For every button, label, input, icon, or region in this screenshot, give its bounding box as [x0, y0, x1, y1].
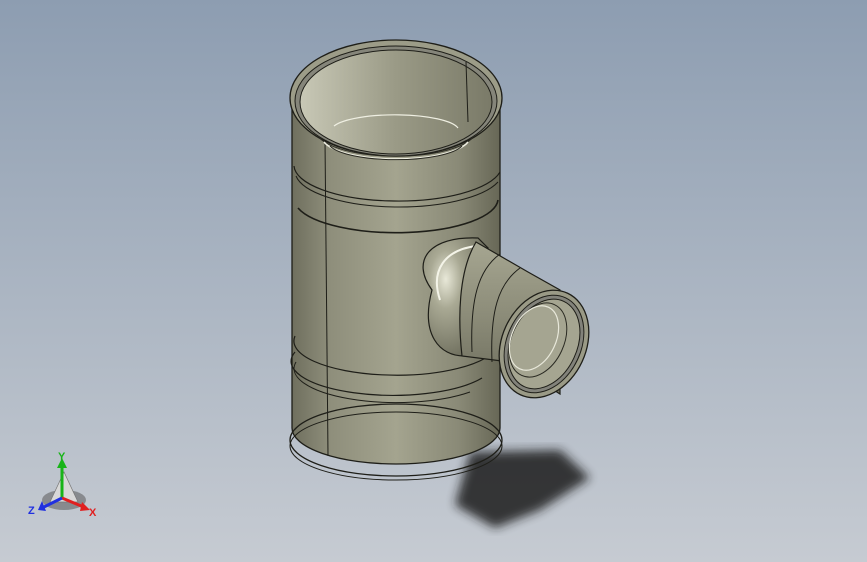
graphics-viewport[interactable]: Y X Z	[0, 0, 867, 562]
orientation-triad[interactable]: Y X Z	[28, 448, 104, 522]
x-axis-label: X	[89, 507, 97, 519]
z-axis-label: Z	[28, 505, 35, 517]
tee-fitting-model[interactable]	[0, 0, 867, 562]
y-axis-label: Y	[58, 451, 66, 463]
top-inner-bore	[299, 49, 493, 155]
floor-shadow	[455, 450, 590, 528]
